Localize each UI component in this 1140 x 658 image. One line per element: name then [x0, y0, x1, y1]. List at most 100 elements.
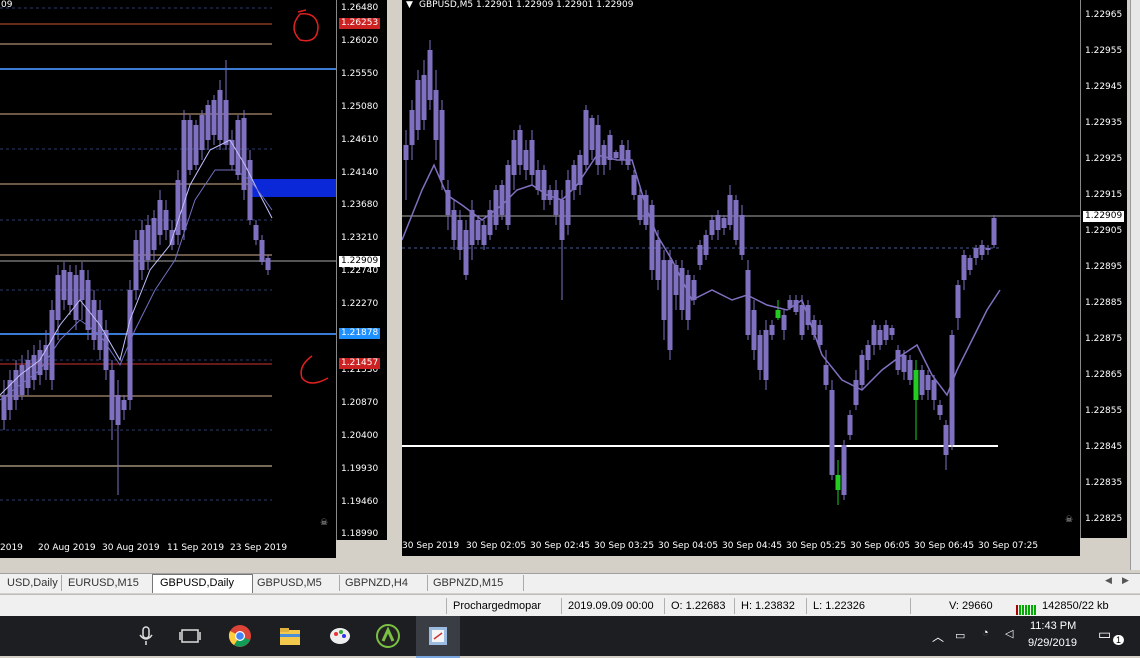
- candle-body: [409, 110, 415, 145]
- tag-top-red: 1.26253: [339, 18, 381, 29]
- taskbar-date[interactable]: 9/29/2019: [1028, 637, 1077, 649]
- left-chart-area[interactable]: 09 ☠: [0, 0, 337, 540]
- status-bar: Prochargedmopar 2019.09.09 00:00 O: 1.22…: [0, 594, 1140, 617]
- candle-body: [235, 120, 241, 175]
- candle-body: [919, 370, 925, 395]
- candle-body: [871, 325, 877, 345]
- candle-body: [25, 360, 31, 388]
- volume-icon[interactable]: ◁: [1005, 627, 1013, 640]
- tray-chevron-icon[interactable]: ︿: [932, 628, 944, 645]
- right-chart-window: ▼ GBPUSD,M5 1.22901 1.22909 1.22901 1.22…: [398, 0, 1140, 570]
- candle-body: [751, 310, 757, 350]
- right-scroll-edge[interactable]: [1130, 0, 1140, 570]
- candle-body: [265, 258, 271, 270]
- candle-body: [655, 240, 661, 280]
- time-label: 30 Aug 2019: [102, 543, 160, 553]
- time-label: 30 Sep 05:25: [786, 541, 847, 551]
- candle-body: [457, 220, 463, 250]
- time-label: 30 Sep 2019: [402, 541, 460, 551]
- time-label: 30 Sep 06:05: [850, 541, 911, 551]
- price-label: 1.23210: [341, 233, 379, 244]
- candle-body: [481, 225, 487, 245]
- drawn-circle-annotation: [293, 9, 319, 42]
- price-label: 1.18990: [341, 529, 379, 540]
- ninja-icon[interactable]: [376, 624, 400, 648]
- chrome-icon[interactable]: [228, 624, 252, 648]
- candle-body: [685, 275, 691, 320]
- candle-body: [259, 240, 265, 262]
- candle-body: [163, 210, 169, 230]
- price-label: 1.22955: [1085, 46, 1123, 56]
- price-label: 1.22915: [1085, 190, 1123, 200]
- chart-tab[interactable]: GBPUSD,M5: [250, 575, 340, 591]
- taskbar-time[interactable]: 11:43 PM: [1030, 620, 1076, 632]
- file-explorer-icon[interactable]: [278, 624, 302, 648]
- drawn-curve-annotation: [300, 355, 329, 384]
- candle-body: [109, 370, 115, 420]
- paint-icon[interactable]: [328, 624, 352, 648]
- candle-body: [415, 80, 421, 130]
- price-label: 1.26480: [341, 3, 379, 13]
- candle-body: [691, 280, 697, 300]
- price-label: 1.22945: [1085, 82, 1123, 92]
- skull-icon: ☠: [1065, 515, 1074, 525]
- candle-body: [121, 400, 127, 410]
- candle-body: [13, 370, 19, 400]
- candle-body: [589, 118, 595, 150]
- candle-body: [253, 225, 259, 240]
- windows-taskbar: ︿ ▭ ◔ ◁ 11:43 PM 9/29/2019 ▭ 1: [0, 616, 1140, 658]
- candle-body: [763, 330, 769, 380]
- price-label: 1.19930: [341, 463, 379, 474]
- candle-body: [943, 425, 949, 455]
- right-chart-header: GBPUSD,M5 1.22901 1.22909 1.22901 1.2290…: [419, 0, 634, 10]
- candle-body: [889, 328, 895, 335]
- candle-body: [181, 120, 187, 230]
- chart-tab[interactable]: GBPNZD,H4: [338, 575, 428, 591]
- candle-body: [73, 275, 79, 320]
- tab-scroll-right-icon[interactable]: ▶: [1122, 576, 1129, 586]
- candle-body: [679, 268, 685, 310]
- price-label: 1.22855: [1085, 406, 1123, 416]
- candle-body: [697, 245, 703, 265]
- status-profile: Prochargedmopar: [446, 598, 561, 614]
- time-label: 2019: [0, 543, 23, 553]
- battery-icon[interactable]: ▭: [955, 629, 965, 642]
- candle-body: [715, 215, 721, 230]
- supply-zone: [250, 179, 336, 197]
- time-label: 20 Aug 2019: [38, 543, 96, 553]
- time-label: 30 Sep 02:05: [466, 541, 527, 551]
- candle-body: [451, 210, 457, 240]
- active-app-highlight[interactable]: [416, 616, 460, 658]
- wifi-icon[interactable]: ◔: [982, 627, 989, 639]
- candle-body: [937, 405, 943, 415]
- chart-tab[interactable]: EURUSD,M15: [61, 575, 153, 591]
- price-label: 1.20870: [341, 397, 379, 408]
- chart-tab-bar: USD,Daily EURUSD,M15 GBPUSD,Daily GBPUSD,M5…: [0, 573, 1140, 593]
- microphone-icon[interactable]: [134, 624, 158, 648]
- candle-body: [973, 248, 979, 258]
- candle-body: [745, 270, 751, 335]
- time-label: 30 Sep 07:25: [978, 541, 1039, 551]
- candle-body: [835, 475, 841, 490]
- candle-body: [661, 260, 667, 320]
- chart-menu-arrow-icon[interactable]: ▼: [406, 0, 413, 10]
- tab-scroll-left-icon[interactable]: ◀: [1105, 576, 1112, 586]
- notification-icon[interactable]: ▭: [1098, 626, 1111, 643]
- candle-body: [739, 215, 745, 255]
- right-chart-area[interactable]: ▼ GBPUSD,M5 1.22901 1.22909 1.22901 1.22…: [402, 0, 1081, 538]
- task-view-icon[interactable]: [178, 624, 202, 648]
- price-label: 1.22845: [1085, 442, 1123, 452]
- candle-body: [631, 175, 637, 195]
- time-label: 11 Sep 2019: [167, 543, 225, 553]
- price-label: 1.22865: [1085, 370, 1123, 380]
- chart-tab[interactable]: USD,Daily: [0, 575, 62, 591]
- chart-tab[interactable]: GBPUSD,Daily: [152, 574, 253, 593]
- candle-body: [781, 315, 787, 330]
- candle-body: [241, 118, 247, 190]
- left-corner-text: 09: [1, 0, 13, 10]
- app-icon: [429, 627, 447, 645]
- chart-tab[interactable]: GBPNZD,M15: [426, 575, 524, 591]
- price-label: 1.22835: [1085, 478, 1123, 488]
- price-label: 1.22925: [1085, 154, 1123, 164]
- candle-body: [703, 235, 709, 255]
